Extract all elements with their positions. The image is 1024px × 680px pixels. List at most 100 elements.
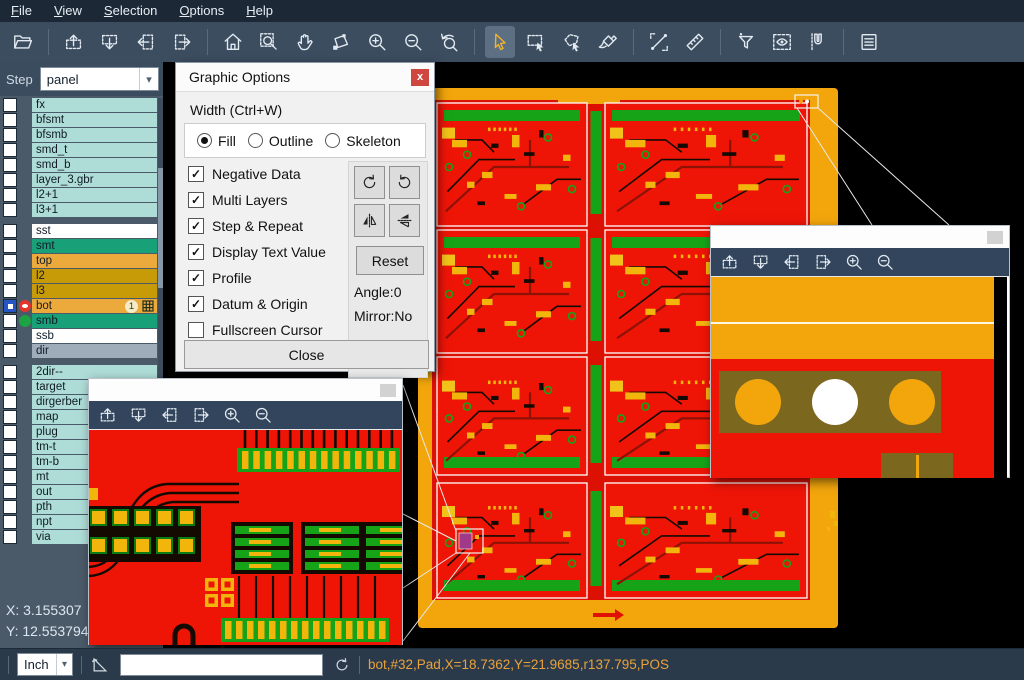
layer-row-sst[interactable]: sst: [0, 224, 157, 238]
layer-checkbox[interactable]: [3, 113, 17, 127]
zoom-object-button[interactable]: [326, 26, 356, 58]
layer-row-bfsmt[interactable]: bfsmt: [0, 113, 157, 127]
polygon-select-button[interactable]: [557, 26, 587, 58]
menu-item-file[interactable]: File: [0, 0, 43, 22]
layer-color-bar[interactable]: bfsmt: [32, 113, 157, 127]
layer-checkbox[interactable]: [3, 158, 17, 172]
layer-checkbox[interactable]: [3, 224, 17, 238]
layer-color-bar[interactable]: sst: [32, 224, 157, 238]
layer-checkbox[interactable]: [3, 410, 17, 424]
layer-row-l3+1[interactable]: l3+1: [0, 203, 157, 217]
layer-row-smb[interactable]: smb: [0, 314, 157, 328]
step-left-button[interactable]: [131, 26, 161, 58]
layer-color-bar[interactable]: smt: [32, 239, 157, 253]
layer-row-smd_t[interactable]: smd_t: [0, 143, 157, 157]
layer-row-fx[interactable]: fx: [0, 98, 157, 112]
layer-color-bar[interactable]: fx: [32, 98, 157, 112]
clear-brush-button[interactable]: [593, 26, 623, 58]
layer-checkbox[interactable]: [3, 470, 17, 484]
layer-color-bar[interactable]: l3: [32, 284, 157, 298]
open-folder-button[interactable]: [8, 26, 38, 58]
angle-mode-icon[interactable]: [90, 655, 110, 675]
layer-color-bar[interactable]: smd_b: [32, 158, 157, 172]
layer-checkbox[interactable]: [3, 98, 17, 112]
step-combobox[interactable]: panel ▾: [40, 67, 159, 91]
zoom-out-button[interactable]: [250, 403, 276, 427]
rect-select-button[interactable]: [521, 26, 551, 58]
layer-checkbox[interactable]: [3, 455, 17, 469]
pan-down-button[interactable]: [748, 250, 774, 274]
chevron-down-icon[interactable]: ▾: [56, 654, 72, 675]
checkbox-step-repeat[interactable]: ✓Step & Repeat: [188, 213, 326, 239]
grid-icon[interactable]: [142, 300, 154, 312]
pan-down-button[interactable]: [126, 403, 152, 427]
popup-menu-button[interactable]: [987, 231, 1003, 244]
checkbox-display-text-value[interactable]: ✓Display Text Value: [188, 239, 326, 265]
layer-checkbox[interactable]: [3, 395, 17, 409]
layer-color-bar[interactable]: ssb: [32, 329, 157, 343]
checkbox-profile[interactable]: ✓Profile: [188, 265, 326, 291]
zoom-in-button[interactable]: [362, 26, 392, 58]
layer-checkbox[interactable]: [3, 203, 17, 217]
layer-checkbox[interactable]: [3, 500, 17, 514]
step-down-button[interactable]: [95, 26, 125, 58]
layer-color-bar[interactable]: bfsmb: [32, 128, 157, 142]
rotate-ccw-button[interactable]: [389, 166, 420, 199]
step-up-button[interactable]: [59, 26, 89, 58]
popup-view[interactable]: [711, 276, 1009, 478]
layer-checkbox[interactable]: [3, 365, 17, 379]
layer-checkbox[interactable]: [3, 380, 17, 394]
layer-color-bar[interactable]: l2+1: [32, 188, 157, 202]
zoom-in-button[interactable]: [841, 250, 867, 274]
layer-color-bar[interactable]: l2: [32, 269, 157, 283]
checkbox-negative-data[interactable]: ✓Negative Data: [188, 161, 326, 187]
zoom-previous-button[interactable]: [434, 26, 464, 58]
select-cursor-button[interactable]: [485, 26, 515, 58]
zoom-out-button[interactable]: [872, 250, 898, 274]
refresh-icon[interactable]: [333, 656, 351, 674]
popup-menu-button[interactable]: [380, 384, 396, 397]
menu-item-help[interactable]: Help: [235, 0, 284, 22]
dialog-title-bar[interactable]: Graphic Options x: [176, 63, 434, 92]
checkbox-multi-layers[interactable]: ✓Multi Layers: [188, 187, 326, 213]
popup-title-bar[interactable]: [89, 379, 402, 401]
layer-checkbox[interactable]: [3, 485, 17, 499]
layer-checkbox[interactable]: [3, 314, 17, 328]
layer-row-top[interactable]: top: [0, 254, 157, 268]
layer-color-bar[interactable]: smb: [32, 314, 157, 328]
layer-checkbox[interactable]: [3, 143, 17, 157]
layer-checkbox[interactable]: [3, 284, 17, 298]
layer-checkbox[interactable]: [3, 269, 17, 283]
pan-right-button[interactable]: [810, 250, 836, 274]
flip-vertical-button[interactable]: [389, 204, 420, 237]
layer-checkbox[interactable]: [3, 239, 17, 253]
layer-color-bar[interactable]: 2dir--: [32, 365, 157, 379]
magnified-trace-view[interactable]: [89, 430, 402, 645]
layer-checkbox[interactable]: [3, 329, 17, 343]
measure-distance-button[interactable]: [644, 26, 674, 58]
layer-row-dir[interactable]: dir: [0, 344, 157, 358]
radio-outline[interactable]: Outline: [248, 133, 313, 149]
dialog-close-button[interactable]: Close: [184, 340, 429, 369]
layer-checkbox[interactable]: [3, 188, 17, 202]
layer-checkbox[interactable]: [3, 530, 17, 544]
layer-color-bar[interactable]: bot1: [32, 299, 157, 313]
reset-button[interactable]: Reset: [356, 246, 424, 275]
rotate-cw-button[interactable]: [354, 166, 385, 199]
magnified-fiducial-view[interactable]: [711, 277, 1007, 478]
layer-row-ssb[interactable]: ssb: [0, 329, 157, 343]
popup-title-bar[interactable]: [711, 226, 1009, 248]
layer-checkbox[interactable]: [3, 440, 17, 454]
menu-item-options[interactable]: Options: [168, 0, 235, 22]
layer-row-l2[interactable]: l2: [0, 269, 157, 283]
pan-up-button[interactable]: [717, 250, 743, 274]
pan-left-button[interactable]: [779, 250, 805, 274]
layer-checkbox[interactable]: [3, 254, 17, 268]
layer-row-layer_3.gbr[interactable]: layer_3.gbr: [0, 173, 157, 187]
ruler-button[interactable]: [680, 26, 710, 58]
pan-up-button[interactable]: [95, 403, 121, 427]
layers-panel-button[interactable]: [854, 26, 884, 58]
layer-row-l3[interactable]: l3: [0, 284, 157, 298]
radio-fill[interactable]: Fill: [197, 133, 236, 149]
radio-skeleton[interactable]: Skeleton: [325, 133, 400, 149]
